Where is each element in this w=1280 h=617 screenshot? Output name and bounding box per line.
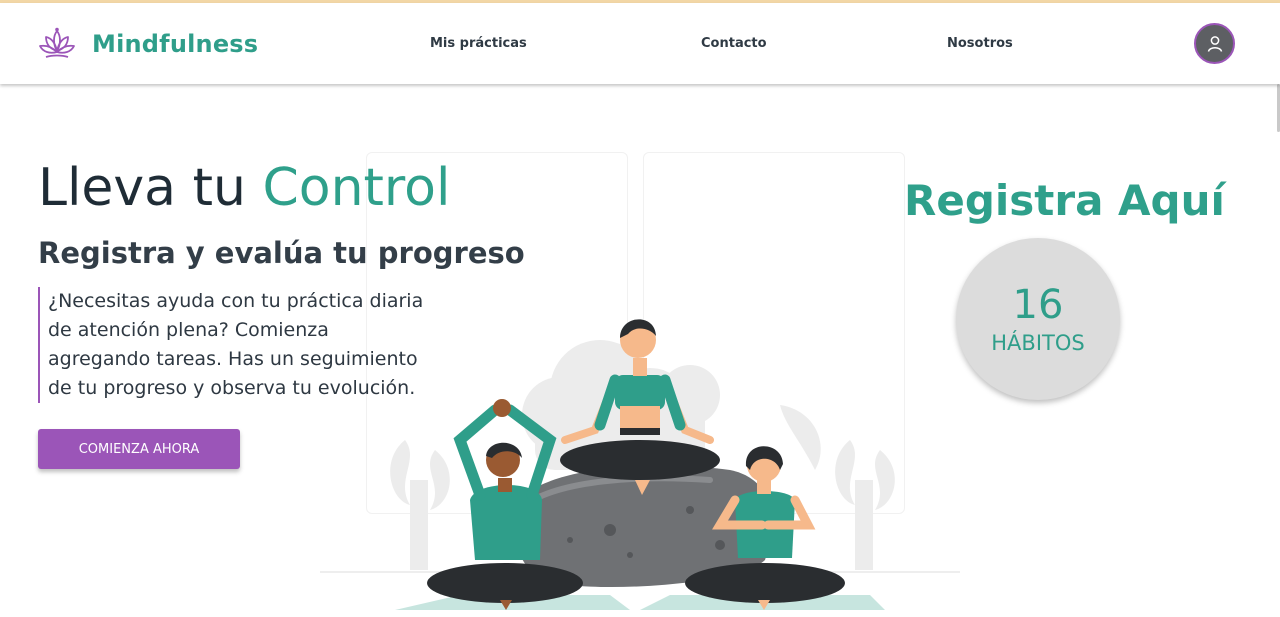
habits-count: 16: [1012, 282, 1064, 328]
lotus-icon: [39, 27, 75, 58]
brand[interactable]: Mindfulness: [38, 27, 258, 61]
nav-link-mis-practicas[interactable]: Mis prácticas: [430, 36, 527, 51]
hero-description: ¿Necesitas ayuda con tu práctica diaria …: [38, 287, 430, 403]
start-now-button[interactable]: COMIENZA AHORA: [38, 429, 240, 469]
habits-counter[interactable]: 16 HÁBITOS: [956, 238, 1120, 400]
nav-link-nosotros[interactable]: Nosotros: [947, 36, 1013, 51]
brand-name: Mindfulness: [92, 30, 259, 58]
navbar: Mindfulness Mis prácticas Contacto Nosot…: [0, 3, 1280, 84]
hero-title-main: Lleva tu: [38, 158, 263, 218]
nav-link-contacto[interactable]: Contacto: [701, 36, 767, 51]
hero-title: Lleva tu Control: [38, 158, 450, 218]
hero-title-accent: Control: [262, 158, 451, 218]
user-avatar[interactable]: [1194, 23, 1235, 64]
user-icon: [1207, 35, 1222, 52]
register-title: Registra Aquí: [904, 176, 1225, 225]
habits-label: HÁBITOS: [991, 331, 1085, 355]
hero-subtitle: Registra y evalúa tu progreso: [38, 236, 525, 270]
